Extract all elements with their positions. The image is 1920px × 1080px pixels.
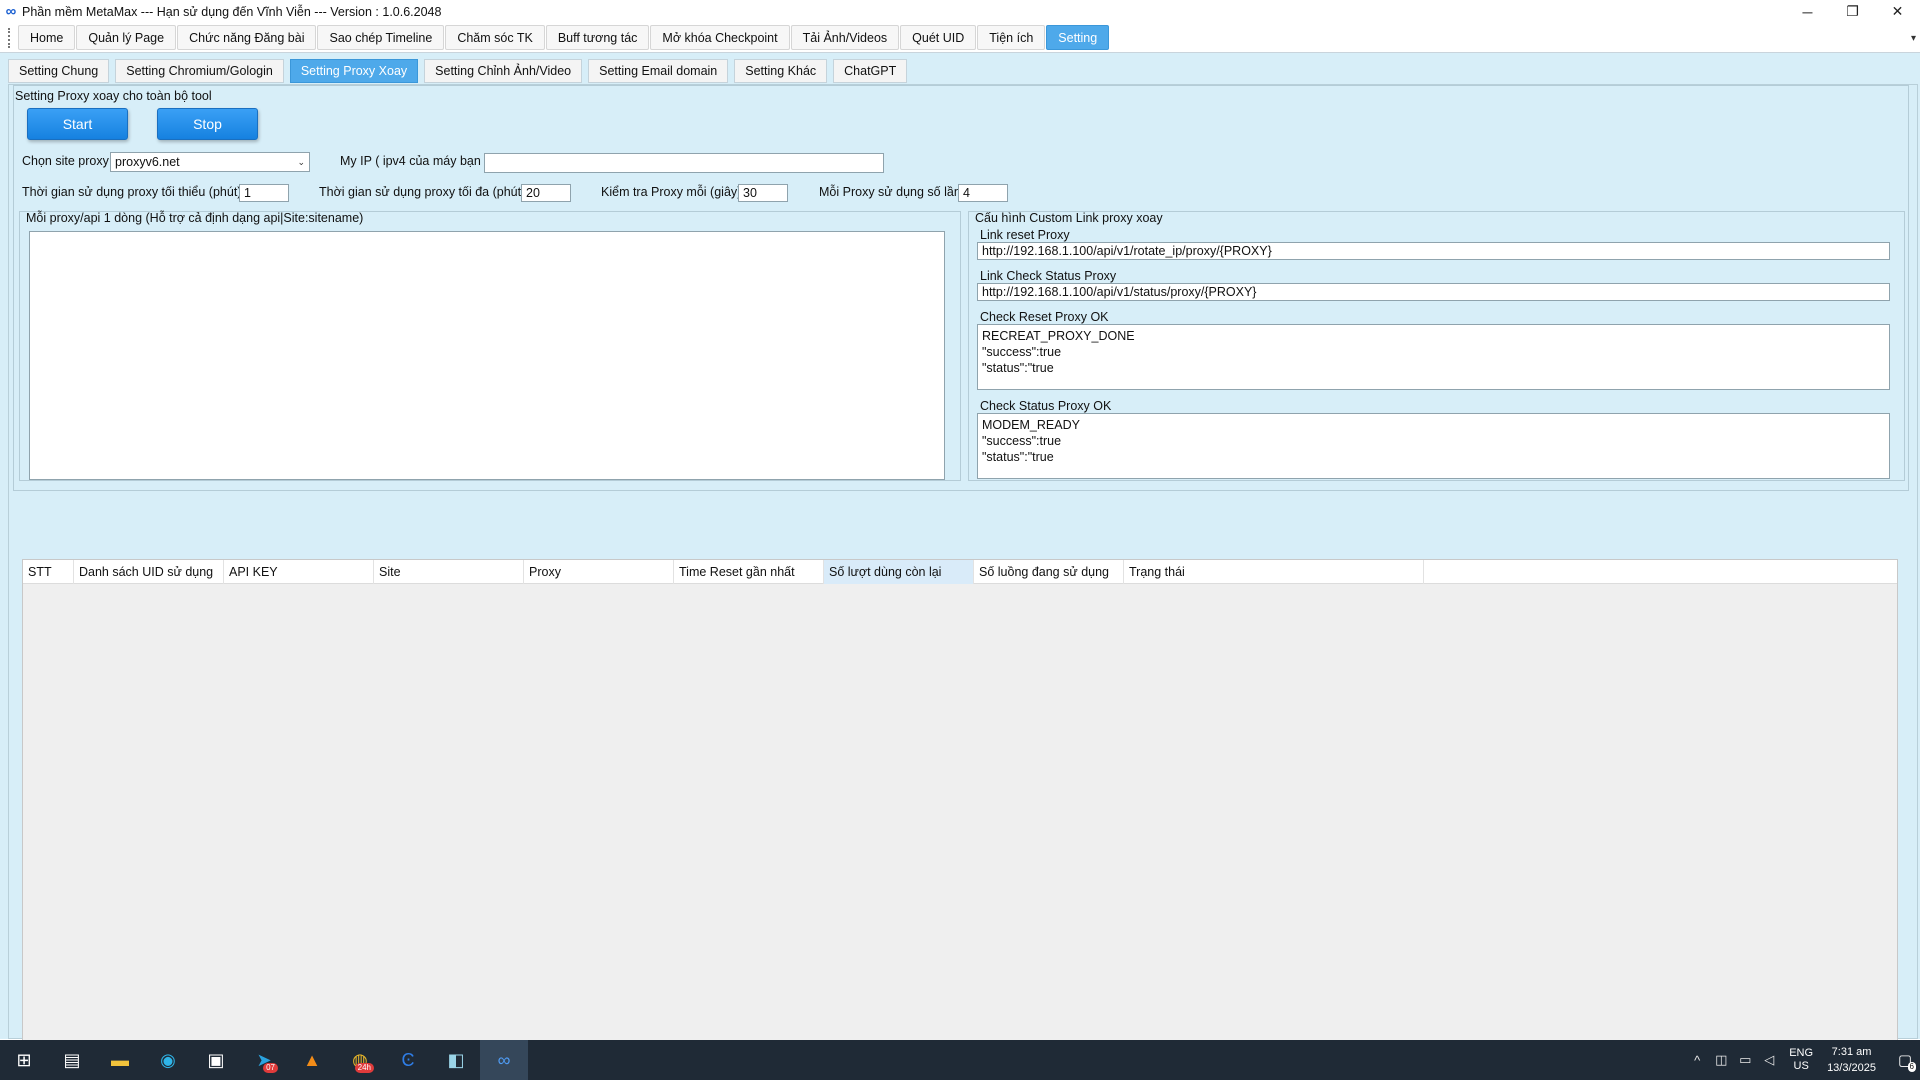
stop-button[interactable]: Stop <box>157 108 258 140</box>
my-ip-label: My IP ( ipv4 của máy bạn ) <box>340 154 489 168</box>
setting-tabs: Setting Chung Setting Chromium/Gologin S… <box>8 59 913 84</box>
menu-overflow-icon[interactable]: ▾ <box>1911 33 1916 44</box>
menu-quan-ly-page[interactable]: Quản lý Page <box>76 25 177 50</box>
col-status[interactable]: Trạng thái <box>1124 560 1424 584</box>
language-indicator[interactable]: ENG US <box>1789 1047 1813 1073</box>
metamax-taskbar-icon[interactable]: ∞ <box>480 1040 528 1080</box>
window-controls: ─ ❐ ✕ <box>1785 0 1920 23</box>
status-ok-textarea[interactable]: MODEM_READY "success":true "status":"tru… <box>977 413 1890 479</box>
menu-quet-uid[interactable]: Quét UID <box>900 25 977 50</box>
status-link-label: Link Check Status Proxy <box>980 269 1117 283</box>
chevron-up-icon[interactable]: ^ <box>1685 1053 1709 1068</box>
clock-date: 13/3/2025 <box>1827 1062 1876 1074</box>
network-icon[interactable]: ▭ <box>1733 1052 1757 1068</box>
tab-setting-chromium[interactable]: Setting Chromium/Gologin <box>115 59 284 83</box>
reset-link-input[interactable]: http://192.168.1.100/api/v1/rotate_ip/pr… <box>977 242 1890 260</box>
uses-per-proxy-label: Mỗi Proxy sử dụng số lần <box>819 185 961 199</box>
task-view-icon[interactable]: ▤ <box>48 1040 96 1080</box>
chevron-down-icon: ⌄ <box>297 156 305 167</box>
telegram-badge: 07 <box>263 1063 278 1073</box>
notification-count: 6 <box>1907 1062 1916 1072</box>
site-proxy-select[interactable]: proxyv6.net ⌄ <box>110 152 310 172</box>
window-title: Phần mềm MetaMax --- Hạn sử dụng đến Vĩn… <box>22 4 442 19</box>
tab-chatgpt[interactable]: ChatGPT <box>833 59 908 83</box>
c-app-icon[interactable]: Ͼ <box>384 1040 432 1080</box>
menu-mo-khoa-checkpoint[interactable]: Mở khóa Checkpoint <box>650 25 790 50</box>
telegram-icon[interactable]: ➤ 07 <box>240 1040 288 1080</box>
site-proxy-value: proxyv6.net <box>115 155 180 169</box>
vlc-icon[interactable]: ▲ <box>288 1040 336 1080</box>
proxy-usage-table[interactable]: STT Danh sách UID sử dụng API KEY Site P… <box>22 559 1898 1070</box>
menu-cham-soc-tk[interactable]: Chăm sóc TK <box>445 25 545 50</box>
chrome-icon[interactable]: ◍ 24h <box>336 1040 384 1080</box>
check-interval-input[interactable]: 30 <box>738 184 788 202</box>
reset-link-label: Link reset Proxy <box>980 228 1070 242</box>
tab-setting-email-domain[interactable]: Setting Email domain <box>588 59 729 83</box>
status-link-input[interactable]: http://192.168.1.100/api/v1/status/proxy… <box>977 283 1890 301</box>
clock-time: 7:31 am <box>1831 1046 1872 1058</box>
main-menu: Home Quản lý Page Chức năng Đăng bài Sao… <box>0 23 1920 53</box>
my-ip-input[interactable] <box>484 153 884 173</box>
minimize-button[interactable]: ─ <box>1785 0 1830 23</box>
menu-home[interactable]: Home <box>18 25 76 50</box>
system-tray: ^ ◫ ▭ ◁ ENG US 7:31 am 13/3/2025 ▢ 6 <box>1685 1040 1920 1080</box>
check-interval-label: Kiểm tra Proxy mỗi (giây) <box>601 185 742 199</box>
chrome-badge: 24h <box>354 1063 374 1073</box>
table-header: STT Danh sách UID sử dụng API KEY Site P… <box>23 560 1897 584</box>
col-proxy[interactable]: Proxy <box>524 560 674 584</box>
keyboard-region: US <box>1793 1060 1809 1072</box>
windows-taskbar: ⊞ ▤ ▬ ◉ ▣ ➤ 07 ▲ ◍ 24h Ͼ ◧ ∞ ^ ◫ ▭ ◁ ENG U… <box>0 1040 1920 1080</box>
volume-icon[interactable]: ◁ <box>1757 1052 1781 1068</box>
site-proxy-label: Chọn site proxy <box>22 154 109 168</box>
menu-buff-tuong-tac[interactable]: Buff tương tác <box>545 25 650 50</box>
max-time-input[interactable]: 20 <box>521 184 571 202</box>
status-ok-label: Check Status Proxy OK <box>980 399 1112 413</box>
language-code: ENG <box>1789 1047 1814 1059</box>
tab-setting-chinh-anh-video[interactable]: Setting Chỉnh Ảnh/Video <box>424 59 583 83</box>
windows-start-icon[interactable]: ⊞ <box>0 1040 48 1080</box>
edit-app-icon[interactable]: ◧ <box>432 1040 480 1080</box>
min-time-input[interactable]: 1 <box>239 184 289 202</box>
menu-grip-icon[interactable] <box>8 27 12 48</box>
col-stt[interactable]: STT <box>23 560 74 584</box>
edge-icon[interactable]: ◉ <box>144 1040 192 1080</box>
min-time-label: Thời gian sử dụng proxy tối thiểu (phút) <box>22 185 242 199</box>
tab-setting-khac[interactable]: Setting Khác <box>734 59 828 83</box>
uses-per-proxy-input[interactable]: 4 <box>958 184 1008 202</box>
menu-tien-ich[interactable]: Tiện ích <box>977 25 1046 50</box>
custom-link-title: Cấu hình Custom Link proxy xoay <box>975 211 1163 225</box>
reset-ok-label: Check Reset Proxy OK <box>980 310 1109 324</box>
meet-now-icon[interactable]: ◫ <box>1709 1052 1733 1068</box>
col-remaining-uses[interactable]: Số lượt dùng còn lại <box>824 560 974 584</box>
proxy-list-textarea[interactable] <box>29 231 945 480</box>
proxy-group-title: Setting Proxy xoay cho toàn bộ tool <box>15 89 212 103</box>
col-threads-in-use[interactable]: Số luồng đang sử dụng <box>974 560 1124 584</box>
tab-setting-chung[interactable]: Setting Chung <box>8 59 110 83</box>
col-time-reset[interactable]: Time Reset gần nhất <box>674 560 824 584</box>
menu-setting[interactable]: Setting <box>1046 25 1110 50</box>
start-button[interactable]: Start <box>27 108 128 140</box>
restore-button[interactable]: ❐ <box>1830 0 1875 23</box>
reset-ok-textarea[interactable]: RECREAT_PROXY_DONE "success":true "statu… <box>977 324 1890 390</box>
clock[interactable]: 7:31 am 13/3/2025 <box>1827 1044 1876 1076</box>
menu-sao-chep-timeline[interactable]: Sao chép Timeline <box>317 25 445 50</box>
max-time-label: Thời gian sử dụng proxy tối đa (phút) <box>319 185 526 199</box>
notepad-icon[interactable]: ▣ <box>192 1040 240 1080</box>
metamax-logo-icon: ∞ <box>5 3 17 20</box>
menu-tai-anh-videos[interactable]: Tải Ảnh/Videos <box>790 25 900 50</box>
close-button[interactable]: ✕ <box>1875 0 1920 23</box>
col-api-key[interactable]: API KEY <box>224 560 374 584</box>
tab-setting-proxy-xoay[interactable]: Setting Proxy Xoay <box>289 59 419 83</box>
menu-chuc-nang-dang-bai[interactable]: Chức năng Đăng bài <box>177 25 317 50</box>
proxy-list-label: Mỗi proxy/api 1 dòng (Hỗ trợ cả định dạn… <box>26 211 364 225</box>
main-area: Setting Chung Setting Chromium/Gologin S… <box>0 53 1920 1070</box>
title-bar: ∞ Phần mềm MetaMax --- Hạn sử dụng đến V… <box>0 0 1920 23</box>
file-explorer-icon[interactable]: ▬ <box>96 1040 144 1080</box>
col-site[interactable]: Site <box>374 560 524 584</box>
col-uid-list[interactable]: Danh sách UID sử dụng <box>74 560 224 584</box>
notification-icon[interactable]: ▢ 6 <box>1890 1040 1920 1080</box>
